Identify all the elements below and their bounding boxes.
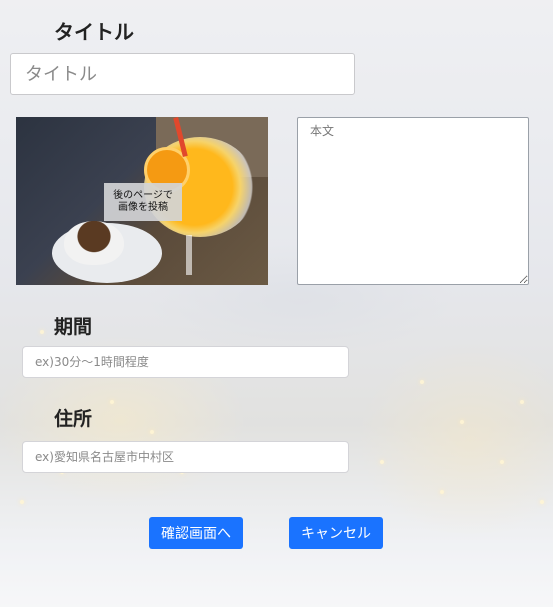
photo-upload-preview[interactable]: 後のページで 画像を投稿	[16, 117, 268, 285]
photo-coffee-cup	[64, 221, 124, 265]
title-label: タイトル	[54, 20, 134, 44]
confirm-button[interactable]: 確認画面へ	[149, 517, 243, 549]
upload-image-later-caption[interactable]: 後のページで 画像を投稿	[104, 183, 182, 221]
period-label: 期間	[54, 316, 93, 338]
body-textarea[interactable]	[297, 117, 529, 285]
address-label: 住所	[54, 408, 93, 430]
cancel-button[interactable]: キャンセル	[289, 517, 383, 549]
period-input[interactable]	[22, 346, 349, 378]
photo-glass-stem	[186, 235, 192, 275]
address-input[interactable]	[22, 441, 349, 473]
title-input[interactable]	[10, 53, 355, 95]
